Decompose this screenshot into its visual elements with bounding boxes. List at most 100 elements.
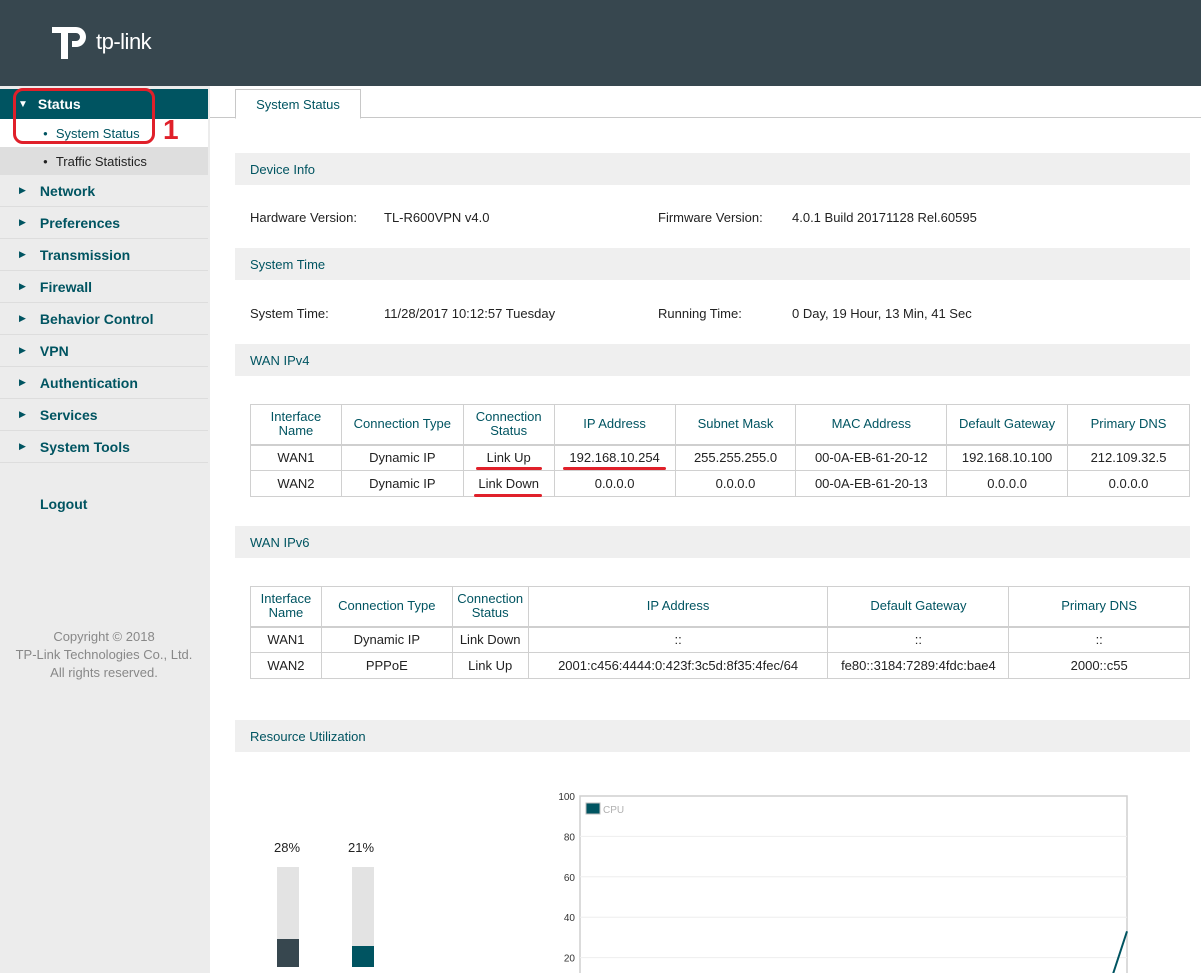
table-row: WAN2 PPPoE Link Up 2001:c456:4444:0:423f… — [250, 652, 1190, 679]
caret-right-icon: ▶ — [19, 249, 26, 259]
table-row: WAN2 Dynamic IP Link Down 0.0.0.0 0.0.0.… — [250, 470, 1190, 497]
sidebar: ▼ Status ● System Status ● Traffic Stati… — [0, 86, 210, 973]
table-cell: 00-0A-EB-61-20-13 — [795, 470, 948, 497]
caret-right-icon: ▶ — [19, 441, 26, 451]
table-row: WAN1 Dynamic IP Link Down :: :: :: — [250, 626, 1190, 653]
table-cell: 2000::c55 — [1008, 652, 1190, 679]
table-row: WAN1 Dynamic IP Link Up 192.168.10.254 2… — [250, 444, 1190, 471]
copyright-line: Copyright © 2018 — [53, 629, 155, 644]
annotation-underline — [563, 467, 666, 470]
section-wan-ipv4: WAN IPv4 — [235, 344, 1190, 376]
table-cell: WAN1 — [250, 444, 342, 471]
column-header-interface-name: Interface Name — [250, 404, 342, 445]
table-cell: :: — [827, 626, 1010, 653]
copyright-notice: Copyright © 2018 TP-Link Technologies Co… — [0, 628, 208, 682]
table-cell: :: — [527, 626, 829, 653]
legend-label: CPU — [603, 805, 624, 816]
table-cell: Dynamic IP — [340, 444, 464, 471]
sidebar-item-label: VPN — [39, 342, 69, 359]
table-cell: Dynamic IP — [320, 626, 453, 653]
caret-right-icon: ▶ — [19, 313, 26, 323]
sidebar-item-system-tools[interactable]: ▶ System Tools — [0, 431, 208, 463]
sidebar-item-label: Network — [39, 182, 96, 199]
table-cell: 00-0A-EB-61-20-12 — [795, 444, 948, 471]
annotation-number: 1 — [163, 114, 179, 145]
sidebar-item-label: Preferences — [39, 214, 121, 231]
column-header-primary-dns: Primary DNS — [1008, 586, 1190, 627]
table-cell: 0.0.0.0 — [946, 470, 1069, 497]
gauge-2-percent: 21% — [348, 840, 375, 855]
gauge-1-percent: 28% — [274, 840, 301, 855]
sidebar-item-label: Behavior Control — [39, 310, 154, 327]
tab-system-status[interactable]: System Status — [235, 89, 361, 119]
table-cell: 0.0.0.0 — [553, 470, 676, 497]
column-header-mac-address: MAC Address — [795, 404, 948, 445]
chart-plot-frame — [579, 795, 1128, 973]
sidebar-item-label: Authentication — [39, 374, 138, 391]
sidebar-item-preferences[interactable]: ▶ Preferences — [0, 207, 208, 239]
sidebar-item-network[interactable]: ▶ Network — [0, 175, 208, 207]
section-device-info: Device Info — [235, 153, 1190, 185]
table-cell: PPPoE — [320, 652, 453, 679]
table-cell: Dynamic IP — [340, 470, 464, 497]
caret-right-icon: ▶ — [19, 281, 26, 291]
y-tick-label: 100 — [558, 792, 575, 803]
table-cell: Link Up — [451, 652, 529, 679]
caret-right-icon: ▶ — [19, 409, 26, 419]
running-time-label: Running Time: — [658, 306, 742, 321]
column-header-ip-address: IP Address — [527, 586, 829, 627]
sidebar-item-behavior-control[interactable]: ▶ Behavior Control — [0, 303, 208, 335]
table-header-row: Interface Name Connection Type Connection… — [250, 404, 1190, 445]
sidebar-item-firewall[interactable]: ▶ Firewall — [0, 271, 208, 303]
annotation-underline — [476, 467, 542, 470]
annotation-underline — [474, 494, 542, 497]
tp-link-logo-icon — [52, 27, 86, 59]
sidebar-item-authentication[interactable]: ▶ Authentication — [0, 367, 208, 399]
table-cell: 212.109.32.5 — [1067, 444, 1190, 471]
table-cell: 0.0.0.0 — [1067, 470, 1190, 497]
sidebar-item-label: Transmission — [39, 246, 131, 263]
hardware-version-value: TL-R600VPN v4.0 — [384, 210, 490, 225]
copyright-line: TP-Link Technologies Co., Ltd. — [15, 647, 193, 662]
firmware-version-label: Firmware Version: — [658, 210, 763, 225]
column-header-ip-address: IP Address — [553, 404, 676, 445]
sidebar-subitem-traffic-statistics[interactable]: ● Traffic Statistics — [0, 147, 208, 175]
caret-right-icon: ▶ — [19, 217, 26, 227]
sidebar-item-label: Services — [39, 406, 98, 423]
wan-ipv4-table: Interface Name Connection Type Connection… — [250, 404, 1190, 497]
table-cell: Link Down — [451, 626, 529, 653]
table-cell: WAN2 — [250, 652, 322, 679]
column-header-connection-status: Connection Status — [451, 586, 529, 627]
caret-right-icon: ▶ — [19, 377, 26, 387]
sidebar-item-transmission[interactable]: ▶ Transmission — [0, 239, 208, 271]
column-header-connection-status: Connection Status — [462, 404, 555, 445]
running-time-value: 0 Day, 19 Hour, 13 Min, 41 Sec — [792, 306, 972, 321]
top-header: tp-link — [0, 0, 1201, 86]
table-header-row: Interface Name Connection Type Connection… — [250, 586, 1190, 627]
column-header-connection-type: Connection Type — [340, 404, 464, 445]
tp-link-logo: tp-link — [48, 20, 152, 64]
section-system-time: System Time — [235, 248, 1190, 280]
table-cell: 192.168.10.100 — [946, 444, 1069, 471]
table-cell: WAN2 — [250, 470, 342, 497]
column-header-primary-dns: Primary DNS — [1067, 404, 1190, 445]
column-header-default-gateway: Default Gateway — [827, 586, 1010, 627]
sidebar-item-services[interactable]: ▶ Services — [0, 399, 208, 431]
copyright-line: All rights reserved. — [50, 665, 158, 680]
table-cell: :: — [1008, 626, 1190, 653]
sidebar-item-vpn[interactable]: ▶ VPN — [0, 335, 208, 367]
system-time-label: System Time: — [250, 306, 329, 321]
logout-link[interactable]: Logout — [40, 496, 87, 512]
table-cell: 2001:c456:4444:0:423f:3c5d:8f35:4fec/64 — [527, 652, 829, 679]
table-cell: 255.255.255.0 — [674, 444, 797, 471]
sidebar-item-label: Firewall — [39, 278, 93, 295]
sidebar-item-label: System Tools — [39, 438, 130, 455]
hardware-version-label: Hardware Version: — [250, 210, 357, 225]
table-cell: 0.0.0.0 — [674, 470, 797, 497]
table-cell: Link Down — [462, 470, 555, 497]
tab-strip: System Status — [210, 86, 1201, 119]
table-cell: fe80::3184:7289:4fdc:bae4 — [827, 652, 1010, 679]
legend-swatch — [585, 802, 601, 815]
column-header-subnet-mask: Subnet Mask — [674, 404, 797, 445]
column-header-interface-name: Interface Name — [250, 586, 322, 627]
